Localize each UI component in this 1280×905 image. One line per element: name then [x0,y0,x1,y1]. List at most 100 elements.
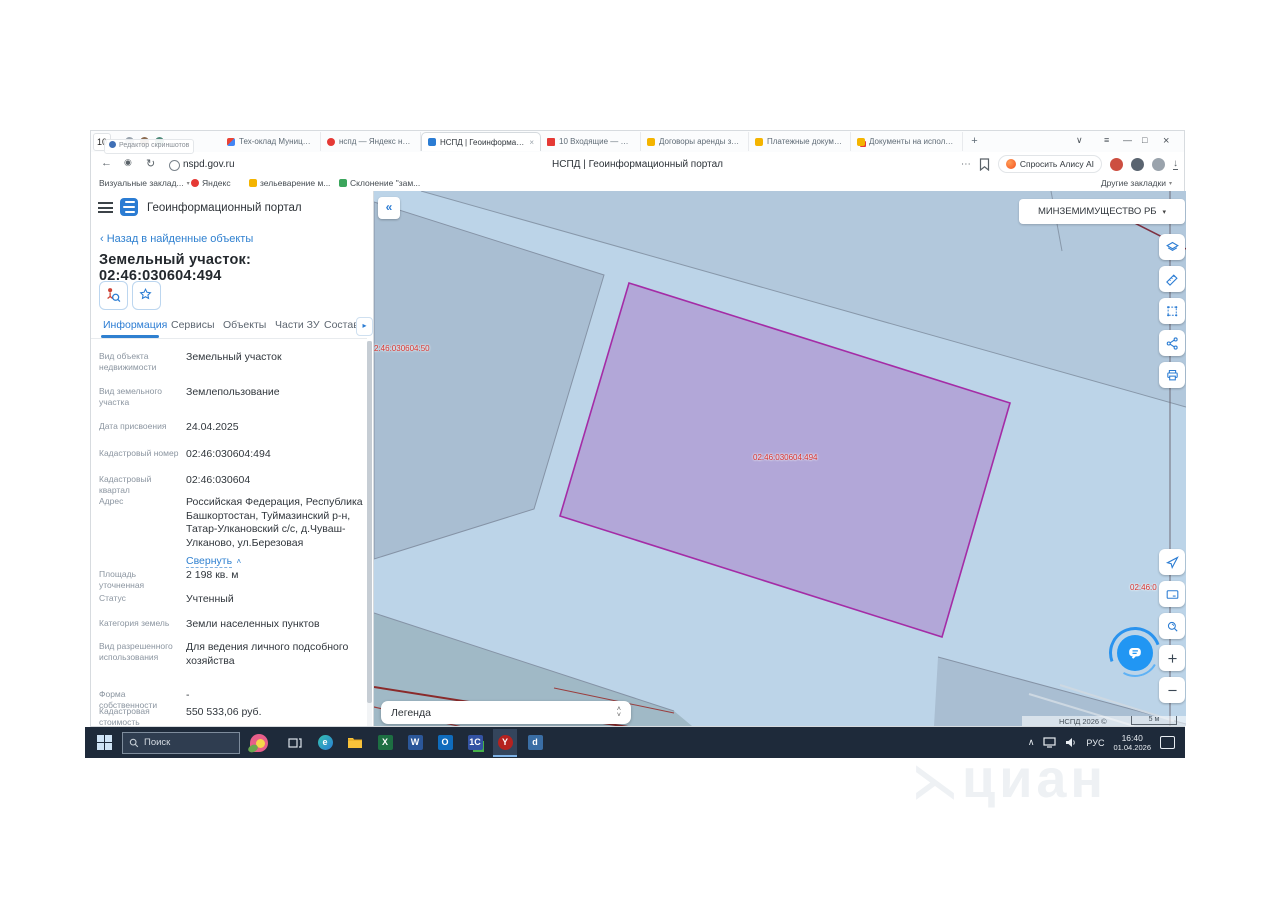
map-attribution: НСПД 2026 © [1059,717,1107,726]
yandex-icon [191,179,199,187]
printer-icon [1165,368,1180,383]
panel-collapse-button[interactable]: « [378,197,400,219]
yandex-browser-icon[interactable]: Y [493,729,517,757]
more-actions-icon[interactable]: ⋯ [961,159,971,170]
bookmarks-bar: Визуальные заклад... ▾ Яндекс зельеварен… [91,176,1184,192]
object-info-panel: Геоинформационный портал ‹ Назад в найде… [91,191,374,726]
browser-tab[interactable]: Договоры аренды земли [641,132,749,151]
browser-tab[interactable]: 10 Входящие — Яндекс [541,132,641,151]
back-icon[interactable]: ← [101,157,112,169]
speaker-icon[interactable] [1065,737,1077,748]
caret-up-icon: ˄ [237,557,242,566]
menu-hamburger-icon[interactable] [98,202,113,213]
bookmark-yandex[interactable]: Яндекс [191,178,231,188]
tab-composition[interactable]: Состав [324,319,359,331]
my-location-button[interactable] [1159,549,1185,575]
ask-alisa-button[interactable]: Спросить Алису AI [998,155,1102,173]
panel-scrollbar[interactable] [367,341,372,726]
location-arrow-icon [1165,555,1180,570]
browser-tab-active[interactable]: НСПД | Геоинформац... × [421,132,541,151]
chevron-left-icon: ‹ [100,233,104,245]
collapse-address-link[interactable]: Свернуть ˄ [186,551,241,569]
other-bookmarks[interactable]: Другие закладки ▾ [1101,178,1172,188]
diadoc-icon[interactable]: d [523,729,547,757]
tab-favicon [227,138,235,146]
bookmark-visual[interactable]: Визуальные заклад... ▾ [99,178,190,188]
locate-on-map-button[interactable] [99,281,128,310]
tab-services[interactable]: Сервисы [171,319,215,331]
favorite-star-button[interactable] [132,281,161,310]
legend-expander[interactable]: Легенда ˄˅ [381,701,631,724]
url-text[interactable]: nspd.gov.ru [183,159,235,170]
tab-favicon [857,138,865,146]
profile-avatar[interactable] [1152,158,1165,171]
tab-favicon [428,138,436,146]
tab-information[interactable]: Информация [103,319,167,331]
file-explorer-icon[interactable] [343,729,367,757]
scale-bar: 5 м [1131,716,1177,725]
print-button[interactable] [1159,362,1185,388]
measure-distance-button[interactable] [1159,266,1185,292]
minus-icon [1165,683,1180,698]
object-card-button[interactable] [1159,581,1185,607]
window-menu-icon[interactable]: ≡ [1104,135,1109,145]
tray-expand-icon[interactable]: ∧ [1028,737,1035,748]
bookmark-item[interactable]: зельеварение м... [249,178,330,188]
share-button[interactable] [1159,330,1185,356]
browser-tab[interactable]: нспд — Яндекс нашёлся [321,132,421,151]
search-area-button[interactable] [1159,613,1185,639]
excel-icon[interactable]: X [373,729,397,757]
bookmark-icon[interactable] [979,158,990,171]
tab-parts[interactable]: Части ЗУ [275,319,320,331]
bookmark-item[interactable]: Склонение "зам... [339,178,420,188]
window-close-icon[interactable]: × [1163,135,1169,147]
map-view[interactable]: 2:46:030604:50 02:46:030604:494 02:46:0 … [374,191,1186,726]
network-icon[interactable] [1043,737,1056,748]
nspd-logo-icon [120,198,138,216]
tab-objects[interactable]: Объекты [223,319,266,331]
site-info-icon[interactable] [169,160,180,171]
support-chat-widget[interactable] [1109,627,1161,679]
measure-area-button[interactable] [1159,298,1185,324]
zoom-out-button[interactable] [1159,677,1185,703]
window-maximize-icon[interactable]: □ [1142,135,1147,145]
task-view-button[interactable] [283,729,307,757]
browser-tab[interactable]: Платежные документы [749,132,851,151]
browser-tab[interactable]: Тех-оклад Муниципалит [221,132,321,151]
taskbar-clock[interactable]: 16:4001.04.2026 [1113,734,1151,752]
ruler-icon [1165,272,1180,287]
word-icon[interactable]: W [403,729,427,757]
reload-icon[interactable]: ↻ [146,157,155,170]
back-to-results-link[interactable]: ‹ Назад в найденные объекты [100,233,253,245]
tab-close-icon[interactable]: × [529,138,534,147]
downloads-icon[interactable]: ↓ [1173,159,1178,170]
share-icon [1165,336,1180,351]
scrollbar-thumb[interactable] [367,341,372,703]
tab-search-icon[interactable]: ∨ [1076,135,1083,146]
tabs-scroll-right-button[interactable]: ▸ [356,317,373,336]
organization-selector[interactable]: МИНЗЕМИМУЩЕСТВО РБ ▾ [1019,199,1185,224]
tab-favicon [327,138,335,146]
notification-center-icon[interactable] [1160,736,1175,749]
screenshot-canvas: ⋋циан 10 Редактор скриншотов Тех-оклад М… [0,0,1280,905]
extensions-icon[interactable]: ◉ [124,157,132,168]
start-button[interactable] [97,735,112,750]
card-icon [1165,587,1180,602]
tab-favicon [755,138,763,146]
layers-icon [1165,240,1180,255]
1c-docflow-icon[interactable]: 1С [463,729,487,757]
taskbar-search-input[interactable]: Поиск [122,732,240,754]
edge-browser-icon[interactable]: e [313,729,337,757]
zoom-in-button[interactable] [1159,645,1185,671]
browser-tab[interactable]: Документы на исполнен... [851,132,963,151]
parcel-label-selected: 02:46:030604:494 [753,453,818,462]
bookmark-favicon [339,179,347,187]
window-minimize-icon[interactable]: — [1123,135,1132,145]
profile-avatar[interactable] [1131,158,1144,171]
language-indicator[interactable]: РУС [1086,738,1104,748]
outlook-icon[interactable]: O [433,729,457,757]
widget-weather-icon[interactable] [248,731,272,755]
profile-avatar[interactable] [1110,158,1123,171]
layers-button[interactable] [1159,234,1185,260]
new-tab-button[interactable]: + [967,134,982,149]
